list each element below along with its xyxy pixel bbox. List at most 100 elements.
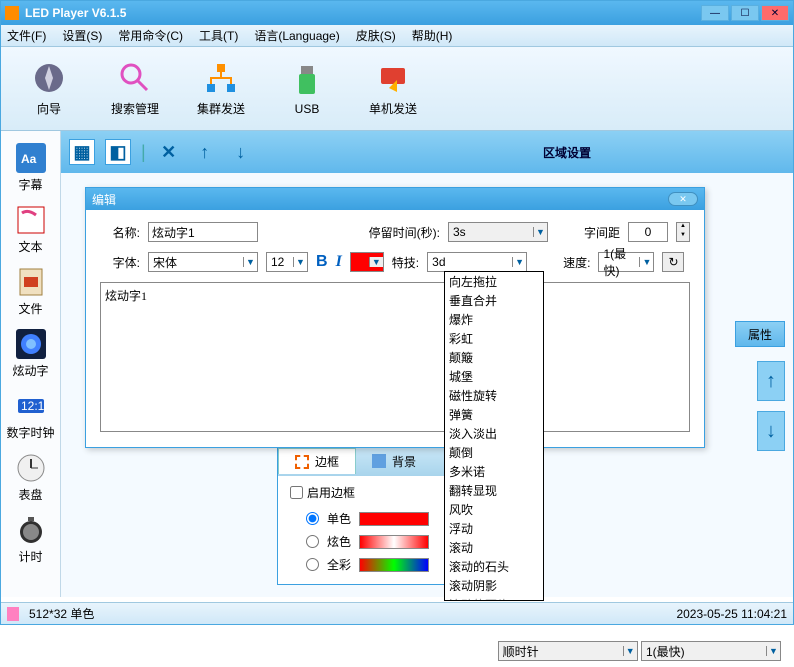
effect-option[interactable]: 弹簧: [445, 405, 543, 424]
chevron-down-icon: ▼: [512, 257, 526, 267]
radio-single[interactable]: [306, 512, 319, 525]
close-button[interactable]: ✕: [761, 5, 789, 21]
tab-border[interactable]: 边框: [278, 448, 356, 474]
gap-input[interactable]: [628, 222, 668, 242]
chevron-down-icon: ▼: [243, 257, 257, 267]
effect-dropdown-list[interactable]: 向左拖拉垂直合并爆炸彩虹颠簸城堡磁性旋转弹簧淡入淡出颠倒多米诺翻转显现风吹浮动滚…: [444, 271, 544, 601]
magnifier-icon: [117, 60, 153, 96]
chevron-down-icon: ▼: [639, 257, 653, 267]
color-bar-dazzle[interactable]: [359, 535, 429, 549]
name-label: 名称:: [100, 224, 140, 241]
effect-option[interactable]: 垂直合并: [445, 291, 543, 310]
status-time: 2023-05-25 11:04:21: [676, 607, 787, 621]
svg-text:12:12: 12:12: [21, 399, 46, 413]
font-label: 字体:: [100, 254, 140, 271]
caption-icon: Aa: [16, 143, 46, 173]
menu-settings[interactable]: 设置(S): [62, 27, 102, 44]
color-picker[interactable]: ▼: [350, 252, 384, 272]
cluster-send-button[interactable]: 集群发送: [183, 53, 259, 124]
name-input[interactable]: [148, 222, 258, 242]
properties-tab[interactable]: 属性: [735, 321, 785, 347]
menu-common[interactable]: 常用命令(C): [118, 27, 183, 44]
color-bar-single[interactable]: [359, 512, 429, 526]
effect-option[interactable]: 滚动的石头: [445, 595, 543, 601]
chevron-down-icon: ▼: [623, 646, 637, 656]
speed-combo-right[interactable]: 1(最快)▼: [641, 641, 781, 661]
effect-option[interactable]: 翻转显现: [445, 481, 543, 500]
content-textarea[interactable]: [100, 282, 690, 432]
minimize-button[interactable]: —: [701, 5, 729, 21]
effect-option[interactable]: 多米诺: [445, 462, 543, 481]
border-icon: [295, 455, 309, 469]
effect-combo[interactable]: 3d▼: [427, 252, 527, 272]
maximize-button[interactable]: ☐: [731, 5, 759, 21]
stay-label: 停留时间(秒):: [369, 224, 440, 241]
effect-option[interactable]: 颠倒: [445, 443, 543, 462]
menu-help[interactable]: 帮助(H): [412, 27, 453, 44]
dialog-close-button[interactable]: ✕: [668, 192, 698, 206]
separator: |: [141, 142, 146, 163]
effect-option[interactable]: 彩虹: [445, 329, 543, 348]
sidebar-text[interactable]: 文本: [1, 199, 60, 261]
radio-fullcolor[interactable]: [306, 558, 319, 571]
single-send-button[interactable]: 单机发送: [355, 53, 431, 124]
usb-button[interactable]: USB: [269, 53, 345, 124]
effect-option[interactable]: 磁性旋转: [445, 386, 543, 405]
wizard-button[interactable]: 向导: [11, 53, 87, 124]
delete-button[interactable]: ✕: [156, 139, 182, 165]
search-manage-button[interactable]: 搜索管理: [97, 53, 173, 124]
fontsize-combo[interactable]: 12▼: [266, 252, 308, 272]
region-down-button[interactable]: ↓: [757, 411, 785, 451]
effect-option[interactable]: 滚动阴影: [445, 576, 543, 595]
sidebar-file[interactable]: 文件: [1, 261, 60, 323]
layout-b-button[interactable]: ◧: [105, 139, 131, 165]
refresh-button[interactable]: ↻: [662, 252, 684, 272]
effect-option[interactable]: 爆炸: [445, 310, 543, 329]
sidebar-dial[interactable]: 表盘: [1, 447, 60, 509]
sidebar-caption[interactable]: Aa字幕: [1, 137, 60, 199]
effect-option[interactable]: 城堡: [445, 367, 543, 386]
dialog-title: 编辑: [92, 191, 668, 208]
region-up-button[interactable]: ↑: [757, 361, 785, 401]
menu-language[interactable]: 语言(Language): [254, 27, 339, 44]
svg-text:Aa: Aa: [21, 152, 37, 166]
italic-button[interactable]: I: [336, 253, 342, 271]
effect-option[interactable]: 颠簸: [445, 348, 543, 367]
color-bar-full[interactable]: [359, 558, 429, 572]
effect-option[interactable]: 向左拖拉: [445, 272, 543, 291]
enable-border-checkbox[interactable]: 启用边框: [290, 484, 464, 501]
tab-background[interactable]: 背景: [356, 449, 432, 474]
status-icon: [7, 607, 19, 621]
network-icon: [203, 60, 239, 96]
status-bar: 512*32 单色 2023-05-25 11:04:21: [1, 602, 793, 624]
sidebar-timer[interactable]: 计时: [1, 509, 60, 571]
menu-tools[interactable]: 工具(T): [199, 27, 238, 44]
gap-spinner[interactable]: ▲▼: [676, 222, 690, 242]
move-up-button[interactable]: ↑: [192, 139, 218, 165]
stay-combo[interactable]: 3s▼: [448, 222, 548, 242]
effect-option[interactable]: 风吹: [445, 500, 543, 519]
bold-button[interactable]: B: [316, 253, 328, 271]
effect-option[interactable]: 淡入淡出: [445, 424, 543, 443]
effect-option[interactable]: 浮动: [445, 519, 543, 538]
toolbar: 向导 搜索管理 集群发送 USB 单机发送: [1, 47, 793, 131]
file-icon: [16, 267, 46, 297]
effect-option[interactable]: 滚动的石头: [445, 557, 543, 576]
menu-file[interactable]: 文件(F): [7, 27, 46, 44]
speed-combo[interactable]: 1(最快)▼: [598, 252, 654, 272]
sidebar-cooltext[interactable]: 炫动字: [1, 323, 60, 385]
effect-option[interactable]: 滚动: [445, 538, 543, 557]
layout-a-button[interactable]: ▦: [69, 139, 95, 165]
usb-icon: [289, 62, 325, 98]
move-down-button[interactable]: ↓: [228, 139, 254, 165]
chevron-down-icon: ▼: [533, 227, 547, 237]
window-title: LED Player V6.1.5: [25, 6, 701, 20]
sidebar-clock[interactable]: 12:12数字时钟: [1, 385, 60, 447]
region-settings-header: 区域设置: [341, 131, 793, 173]
direction-combo[interactable]: 顺时针▼: [498, 641, 638, 661]
dial-icon: [16, 453, 46, 483]
radio-dazzle[interactable]: [306, 535, 319, 548]
font-combo[interactable]: 宋体▼: [148, 252, 258, 272]
effect-label: 特技:: [392, 254, 419, 271]
menu-skin[interactable]: 皮肤(S): [356, 27, 396, 44]
